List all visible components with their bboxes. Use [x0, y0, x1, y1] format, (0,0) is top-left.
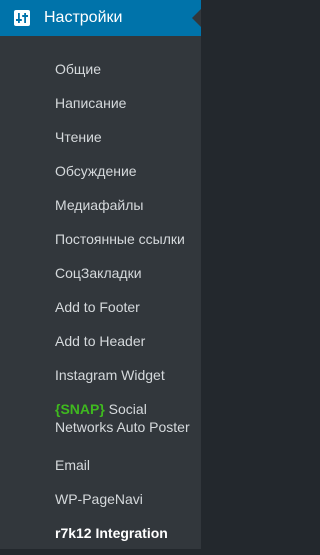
- submenu-item-general[interactable]: Общие: [40, 52, 201, 86]
- submenu-item-instagram-widget[interactable]: Instagram Widget: [40, 358, 201, 392]
- submenu-item-reading[interactable]: Чтение: [40, 120, 201, 154]
- settings-submenu: Общие Написание Чтение Обсуждение Медиаф…: [0, 36, 201, 550]
- submenu-item-writing[interactable]: Написание: [40, 86, 201, 120]
- submenu-item-snap[interactable]: {SNAP} Social Networks Auto Poster: [40, 392, 201, 448]
- submenu-item-add-to-header[interactable]: Add to Header: [40, 324, 201, 358]
- settings-menu-title: Настройки: [44, 9, 123, 26]
- settings-sliders-icon: [11, 7, 33, 29]
- submenu-item-media[interactable]: Медиафайлы: [40, 188, 201, 222]
- settings-menu-header[interactable]: Настройки: [0, 0, 201, 36]
- submenu-item-add-to-footer[interactable]: Add to Footer: [40, 290, 201, 324]
- submenu-item-r7k12-integration[interactable]: r7k12 Integration: [40, 516, 201, 550]
- current-menu-arrow: [192, 9, 201, 27]
- submenu-item-permalinks[interactable]: Постоянные ссылки: [40, 222, 201, 256]
- submenu-item-wp-pagenavi[interactable]: WP-PageNavi: [40, 482, 201, 516]
- submenu-item-discussion[interactable]: Обсуждение: [40, 154, 201, 188]
- menu-bottom-divider: [0, 549, 201, 555]
- submenu-item-social-bookmarks[interactable]: СоцЗакладки: [40, 256, 201, 290]
- settings-admin-menu: Настройки Общие Написание Чтение Обсужде…: [0, 0, 201, 555]
- snap-brand-label: {SNAP}: [55, 401, 105, 417]
- submenu-item-email[interactable]: Email: [40, 448, 201, 482]
